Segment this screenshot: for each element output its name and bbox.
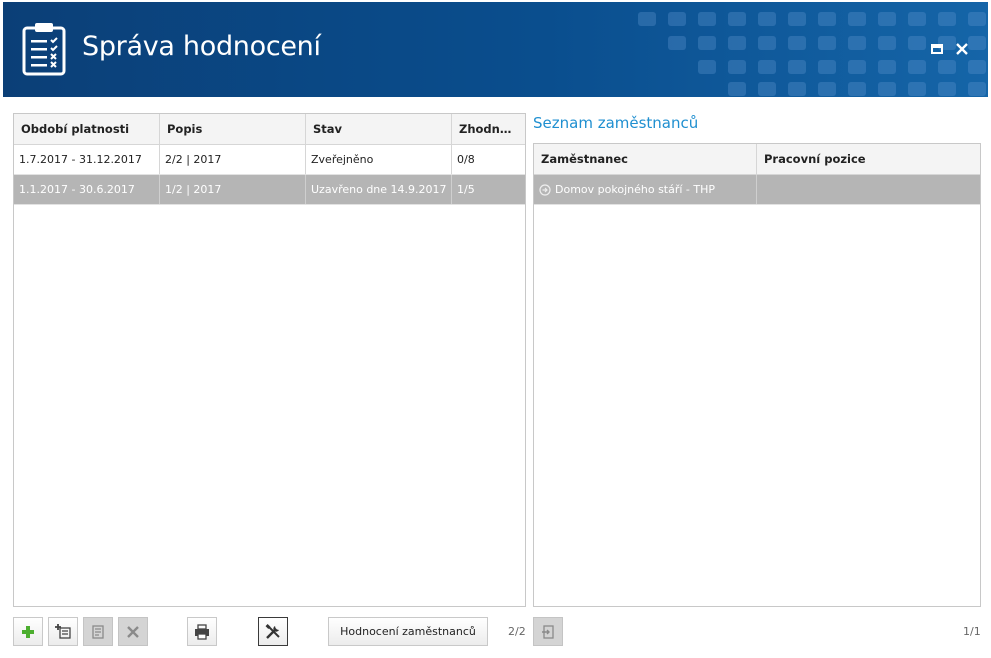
- delete-button[interactable]: [118, 617, 148, 646]
- add-button[interactable]: [13, 617, 43, 646]
- periods-table: Období platnosti Popis Stav Zhodnoc... 1…: [13, 113, 526, 607]
- cell-evaluated: 0/8: [457, 153, 475, 166]
- tools-button[interactable]: [258, 617, 288, 646]
- arrow-circle-icon: [539, 183, 551, 196]
- column-header-period[interactable]: Období platnosti: [14, 114, 160, 144]
- cell-evaluated: 1/5: [457, 183, 475, 196]
- column-header-evaluated[interactable]: Zhodnoc...: [452, 114, 525, 144]
- header-bar: Správa hodnocení: [3, 2, 988, 97]
- edit-document-icon: [92, 624, 104, 639]
- add-list-icon: [55, 623, 71, 639]
- print-button[interactable]: [187, 617, 217, 646]
- employees-table-header: Zaměstnanec Pracovní pozice: [534, 144, 980, 175]
- edit-button[interactable]: [83, 617, 113, 646]
- column-header-position[interactable]: Pracovní pozice: [757, 144, 980, 174]
- cell-description: 2/2 | 2017: [160, 145, 306, 174]
- cell-description: 1/2 | 2017: [160, 175, 306, 204]
- plus-icon: [22, 625, 34, 638]
- export-icon: [542, 624, 554, 639]
- add-sub-item-button[interactable]: [48, 617, 78, 646]
- table-row[interactable]: 1.7.2017 - 31.12.2017 2/2 | 2017 Zveřejn…: [14, 145, 525, 175]
- export-button[interactable]: [533, 617, 563, 646]
- column-header-employee[interactable]: Zaměstnanec: [534, 144, 757, 174]
- column-header-status[interactable]: Stav: [306, 114, 452, 144]
- clipboard-checklist-icon: [22, 23, 66, 76]
- delete-x-icon: [127, 625, 139, 638]
- maximize-icon[interactable]: [928, 40, 946, 58]
- table-row-selected[interactable]: 1.1.2017 - 30.6.2017 1/2 | 2017 Uzavřeno…: [14, 175, 525, 205]
- employees-table: Zaměstnanec Pracovní pozice Domov pokojn…: [533, 143, 981, 607]
- printer-icon: [195, 623, 209, 640]
- cell-period: 1.7.2017 - 31.12.2017: [14, 145, 160, 174]
- cell-period: 1.1.2017 - 30.6.2017: [14, 175, 160, 204]
- left-pager: 2/2: [508, 625, 526, 638]
- page-title: Správa hodnocení: [82, 31, 321, 62]
- cell-position: [757, 175, 980, 204]
- periods-table-header: Období platnosti Popis Stav Zhodnoc...: [14, 114, 525, 145]
- cell-status: Zveřejněno: [306, 145, 452, 174]
- cell-status: Uzavřeno dne 14.9.2017: [306, 175, 452, 204]
- tools-icon: [265, 623, 280, 639]
- employees-title: Seznam zaměstnanců: [533, 114, 699, 132]
- employee-name: Domov pokojného stáří - THP: [555, 183, 716, 196]
- cell-employee: Domov pokojného stáří - THP: [534, 175, 757, 204]
- right-pager: 1/1: [963, 625, 981, 638]
- employee-evaluation-button[interactable]: Hodnocení zaměstnanců: [328, 617, 488, 646]
- close-icon[interactable]: [953, 40, 971, 58]
- table-row-selected[interactable]: Domov pokojného stáří - THP: [534, 175, 980, 205]
- app-window: Správa hodnocení Období platnosti Popis …: [0, 0, 991, 658]
- column-header-description[interactable]: Popis: [160, 114, 306, 144]
